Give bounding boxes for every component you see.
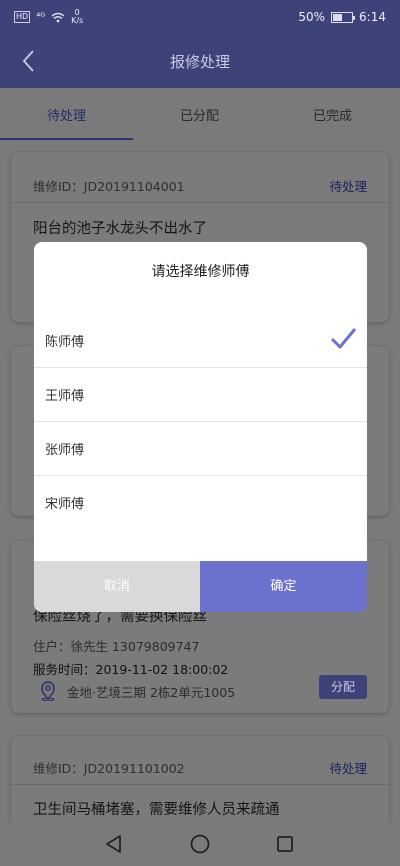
- address-text: 金地·艺境三期 2栋2单元1005: [67, 684, 236, 700]
- home-circle-icon[interactable]: [188, 832, 212, 856]
- app-header: 报修处理: [0, 34, 400, 88]
- battery-fill: [333, 13, 343, 21]
- tab-bar: 待处理 已分配 已完成: [0, 88, 400, 140]
- repair-description: 阳台的池子水龙头不出水了: [33, 221, 207, 237]
- service-time: 服务时间：2019-11-02 18:00:02: [33, 662, 229, 677]
- clock: 6:14: [359, 10, 386, 24]
- repair-description: 卫生间马桶堵塞，需要维修人员来疏通: [33, 802, 280, 818]
- divider: [11, 202, 389, 203]
- checkmark-icon: [330, 328, 357, 349]
- network-type: ⁴ᴳ: [36, 11, 46, 23]
- technician-option[interactable]: 宋师傅: [34, 475, 367, 529]
- repair-id: 维修ID：JD20191101002: [33, 761, 185, 776]
- system-nav-bar: [0, 822, 400, 866]
- technician-option[interactable]: 陈师傅: [34, 313, 367, 368]
- cancel-button[interactable]: 取消: [34, 561, 200, 612]
- technician-name: 宋师傅: [45, 497, 85, 512]
- net-speed-unit: K/s: [71, 16, 84, 25]
- tab-pending[interactable]: 待处理: [0, 105, 133, 124]
- hd-indicator: HD: [14, 11, 31, 23]
- back-triangle-icon[interactable]: [102, 832, 126, 856]
- status-label: 待处理: [329, 179, 367, 194]
- net-speed: 0 K/s: [71, 9, 83, 25]
- technician-name: 王师傅: [45, 389, 85, 404]
- location-pin-icon: [41, 681, 55, 701]
- divider: [11, 784, 389, 785]
- technician-name: 张师傅: [45, 443, 85, 458]
- status-label: 待处理: [329, 761, 367, 776]
- battery-percent: 50%: [298, 10, 326, 24]
- battery-icon: [331, 11, 356, 23]
- repair-id: 维修ID：JD20191104001: [33, 179, 185, 194]
- wifi-icon: [51, 12, 65, 22]
- select-technician-dialog: 请选择维修师傅 陈师傅 王师傅 张师傅 宋师傅 取消 确定: [34, 242, 367, 612]
- address-row: 金地·艺境三期 2栋2单元1005: [39, 681, 235, 701]
- active-tab-indicator: [0, 138, 133, 140]
- resident-info: 住户：徐先生 13079809747: [33, 639, 200, 654]
- technician-option[interactable]: 张师傅: [34, 421, 367, 476]
- recents-square-icon[interactable]: [273, 832, 297, 856]
- confirm-button[interactable]: 确定: [200, 561, 367, 612]
- tab-completed[interactable]: 已完成: [266, 105, 399, 124]
- tab-assigned[interactable]: 已分配: [133, 105, 266, 124]
- assign-button[interactable]: 分配: [319, 675, 367, 699]
- technician-option[interactable]: 王师傅: [34, 367, 367, 422]
- technician-name: 陈师傅: [45, 335, 85, 350]
- status-bar: HD ⁴ᴳ 0 K/s 50% 6:14: [0, 0, 400, 34]
- page-title: 报修处理: [169, 53, 230, 71]
- dialog-title: 请选择维修师傅: [151, 264, 250, 280]
